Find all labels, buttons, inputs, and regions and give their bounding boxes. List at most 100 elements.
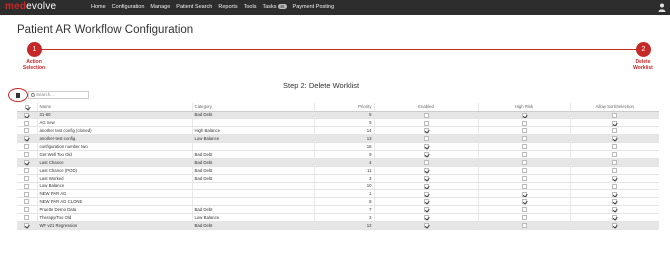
search-input[interactable]: Search...: [28, 91, 89, 99]
enabled-checkbox[interactable]: [423, 215, 429, 221]
allow-sort-checkbox[interactable]: [612, 128, 618, 134]
allow-sort-checkbox[interactable]: [612, 167, 618, 173]
row-select-checkbox[interactable]: [24, 199, 30, 205]
table-row[interactable]: Last Worked Bad Debt 3: [17, 174, 659, 183]
table-row[interactable]: NEW PAR AG CLONE 8: [17, 197, 659, 207]
high-risk-checkbox[interactable]: [521, 112, 527, 118]
high-risk-checkbox[interactable]: [521, 136, 527, 142]
enabled-checkbox[interactable]: [423, 120, 429, 126]
enabled-checkbox[interactable]: [423, 112, 429, 118]
allow-sort-checkbox[interactable]: [612, 159, 618, 165]
allow-sort-checkbox[interactable]: [612, 175, 618, 181]
row-select-checkbox[interactable]: [24, 152, 30, 158]
table-row[interactable]: configuration number two 16: [17, 142, 659, 151]
row-select-cell[interactable]: [17, 150, 37, 159]
select-all-header[interactable]: [17, 103, 37, 112]
high-risk-checkbox[interactable]: [521, 159, 527, 165]
row-select-cell[interactable]: [17, 111, 37, 120]
row-select-checkbox[interactable]: [24, 144, 30, 150]
table-row[interactable]: WF v21 Regression Bad Debt 12: [17, 221, 659, 230]
high-risk-checkbox[interactable]: [521, 120, 527, 126]
header-allow-sort[interactable]: Allow Sort/Selection: [569, 103, 659, 112]
table-row[interactable]: another test config (cloned) High Balance…: [17, 126, 659, 136]
row-select-checkbox[interactable]: [24, 191, 30, 197]
row-select-cell[interactable]: [17, 213, 37, 222]
table-row[interactable]: NEW PAR AG 1: [17, 189, 659, 199]
table-row[interactable]: AG new 5: [17, 118, 659, 128]
table-row[interactable]: Last Chance Bad Debt 4: [17, 158, 659, 167]
allow-sort-checkbox[interactable]: [612, 191, 618, 197]
user-icon[interactable]: [658, 3, 666, 12]
high-risk-checkbox[interactable]: [521, 152, 527, 158]
table-row[interactable]: Low Balance 10: [17, 182, 659, 191]
row-select-cell[interactable]: [17, 118, 37, 128]
row-select-checkbox[interactable]: [24, 167, 30, 173]
high-risk-checkbox[interactable]: [521, 183, 527, 189]
row-select-cell[interactable]: [17, 126, 37, 136]
row-select-checkbox[interactable]: [24, 128, 30, 134]
table-row[interactable]: Therapy/Too Old Low Balance 2: [17, 213, 659, 222]
allow-sort-checkbox[interactable]: [612, 215, 618, 221]
row-select-checkbox[interactable]: [24, 223, 30, 229]
enabled-checkbox[interactable]: [423, 159, 429, 165]
row-select-checkbox[interactable]: [24, 136, 30, 142]
high-risk-checkbox[interactable]: [521, 223, 527, 229]
header-priority[interactable]: Priority: [313, 103, 374, 112]
wizard-step-1-circle[interactable]: 1: [27, 42, 42, 57]
nav-tasks[interactable]: Tasks 46: [262, 4, 287, 10]
enabled-checkbox[interactable]: [423, 199, 429, 205]
enabled-checkbox[interactable]: [423, 183, 429, 189]
row-select-checkbox[interactable]: [24, 175, 30, 181]
high-risk-checkbox[interactable]: [521, 175, 527, 181]
table-row[interactable]: 31-60 Bad Debt 5: [17, 111, 659, 120]
table-row[interactable]: Pruette Demo Data Bad Debt 7: [17, 205, 659, 215]
allow-sort-checkbox[interactable]: [612, 136, 618, 142]
table-row[interactable]: another-test-config. Low Balance 13: [17, 134, 659, 144]
row-select-cell[interactable]: [17, 221, 37, 230]
enabled-checkbox[interactable]: [423, 152, 429, 158]
header-high-risk[interactable]: High Risk: [477, 103, 570, 112]
table-row[interactable]: Get Well Too Old Bad Debt 9: [17, 150, 659, 159]
enabled-checkbox[interactable]: [423, 175, 429, 181]
brand-logo[interactable]: medevolve: [5, 1, 56, 12]
row-select-checkbox[interactable]: [24, 215, 30, 221]
high-risk-checkbox[interactable]: [521, 207, 527, 213]
row-select-cell[interactable]: [17, 197, 37, 207]
enabled-checkbox[interactable]: [423, 191, 429, 197]
row-select-cell[interactable]: [17, 174, 37, 183]
row-select-cell[interactable]: [17, 158, 37, 167]
allow-sort-checkbox[interactable]: [612, 144, 618, 150]
row-select-checkbox[interactable]: [24, 183, 30, 189]
enabled-checkbox[interactable]: [423, 128, 429, 134]
row-select-checkbox[interactable]: [24, 207, 30, 213]
allow-sort-checkbox[interactable]: [612, 183, 618, 189]
nav-configuration[interactable]: Configuration: [112, 4, 145, 10]
wizard-step-2-circle[interactable]: 2: [636, 42, 651, 57]
high-risk-checkbox[interactable]: [521, 167, 527, 173]
header-enabled[interactable]: Enabled: [373, 103, 478, 112]
row-select-cell[interactable]: [17, 142, 37, 151]
column-toggle-button[interactable]: [8, 88, 28, 102]
select-all-checkbox[interactable]: [24, 105, 29, 110]
row-select-cell[interactable]: [17, 205, 37, 215]
allow-sort-checkbox[interactable]: [612, 223, 618, 229]
nav-payment-posting[interactable]: Payment Posting: [293, 4, 335, 10]
high-risk-checkbox[interactable]: [521, 144, 527, 150]
enabled-checkbox[interactable]: [423, 207, 429, 213]
row-select-checkbox[interactable]: [24, 112, 30, 118]
high-risk-checkbox[interactable]: [521, 128, 527, 134]
nav-home[interactable]: Home: [91, 4, 106, 10]
enabled-checkbox[interactable]: [423, 136, 429, 142]
enabled-checkbox[interactable]: [423, 167, 429, 173]
row-select-checkbox[interactable]: [24, 159, 30, 165]
high-risk-checkbox[interactable]: [521, 191, 527, 197]
high-risk-checkbox[interactable]: [521, 215, 527, 221]
nav-patient-search[interactable]: Patient Search: [176, 4, 212, 10]
row-select-checkbox[interactable]: [24, 120, 30, 126]
allow-sort-checkbox[interactable]: [612, 120, 618, 126]
row-select-cell[interactable]: [17, 134, 37, 144]
table-row[interactable]: Last Chance (POD) Bad Debt 11: [17, 166, 659, 175]
allow-sort-checkbox[interactable]: [612, 152, 618, 158]
row-select-cell[interactable]: [17, 166, 37, 175]
high-risk-checkbox[interactable]: [521, 199, 527, 205]
